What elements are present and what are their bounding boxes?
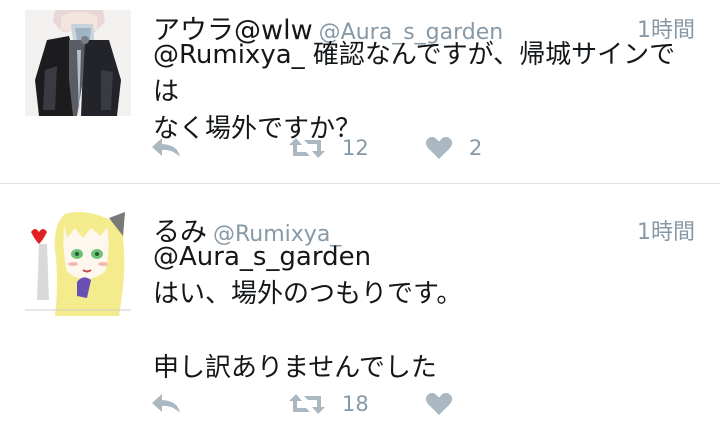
tweet[interactable]: アウラ@wlw @Aura_s_garden 1時間 @Rumixya_ 確認なん… bbox=[0, 0, 720, 183]
heart-icon bbox=[425, 392, 453, 415]
tweet-header: るみ @Rumixya_ 1時間 bbox=[153, 202, 695, 248]
reply-arrow-icon bbox=[152, 394, 180, 413]
heart-icon bbox=[425, 136, 453, 159]
avatar[interactable] bbox=[25, 210, 131, 316]
reply-arrow-icon bbox=[152, 138, 180, 157]
like-count: 2 bbox=[469, 136, 483, 160]
retweet-icon bbox=[289, 138, 325, 158]
tweet-text: @Aura_s_garden はい、場外のつもりです。 申し訳ありませんでした bbox=[153, 239, 695, 387]
tweet-text-blank-line bbox=[153, 313, 695, 350]
tweet-text-line[interactable]: @Aura_s_garden bbox=[153, 239, 695, 276]
retweet-count: 18 bbox=[342, 392, 369, 416]
retweet-button[interactable]: 12 bbox=[288, 133, 369, 163]
tweet-text-line: なく場外ですか？ bbox=[153, 114, 362, 144]
reply-button[interactable] bbox=[150, 389, 182, 419]
retweet-count: 12 bbox=[342, 136, 369, 160]
tweet-text-line: 申し訳ありませんでした bbox=[153, 353, 437, 383]
like-button[interactable] bbox=[425, 389, 469, 419]
reply-button[interactable] bbox=[150, 133, 182, 163]
retweet-button[interactable]: 18 bbox=[288, 389, 369, 419]
retweet-icon bbox=[289, 394, 325, 414]
tweet-header: アウラ@wlw @Aura_s_garden 1時間 bbox=[153, 0, 695, 46]
avatar[interactable] bbox=[25, 10, 131, 116]
like-button[interactable]: 2 bbox=[425, 133, 482, 163]
tweet[interactable]: るみ @Rumixya_ 1時間 @Aura_s_garden はい、場外のつもり… bbox=[0, 184, 720, 436]
tweet-text: @Rumixya_ 確認なんですが、帰城サインでは なく場外ですか？ bbox=[153, 37, 695, 148]
tweet-text-line: はい、場外のつもりです。 bbox=[153, 279, 463, 309]
tweet-text-line: @Rumixya_ 確認なんですが、帰城サインでは bbox=[153, 40, 676, 107]
